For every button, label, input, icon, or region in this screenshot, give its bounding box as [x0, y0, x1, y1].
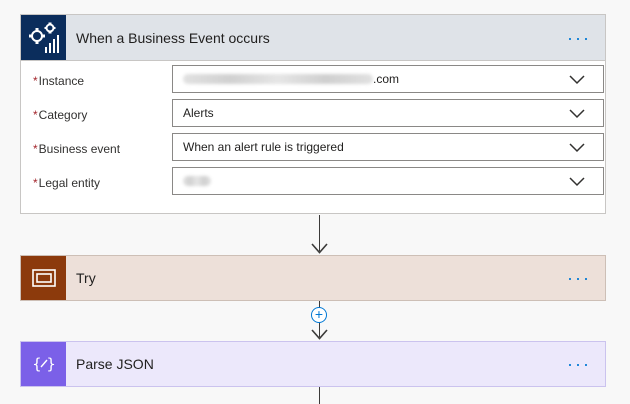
- curly-braces-icon: { }: [21, 342, 66, 386]
- field-business-event: *Business event When an alert rule is tr…: [21, 133, 605, 167]
- business-event-select[interactable]: When an alert rule is triggered: [172, 133, 604, 161]
- try-title: Try: [76, 270, 96, 286]
- arrow-down-icon: [311, 243, 328, 254]
- parse-json-more-button[interactable]: ···: [567, 355, 591, 373]
- category-select[interactable]: Alerts: [172, 99, 604, 127]
- parse-json-title: Parse JSON: [76, 356, 154, 372]
- redacted-text: [183, 176, 211, 186]
- trigger-more-button[interactable]: ···: [567, 29, 591, 47]
- gears-chart-icon: [21, 15, 66, 60]
- trigger-card[interactable]: When a Business Event occurs ··· *Instan…: [20, 14, 606, 214]
- parse-json-header[interactable]: { } Parse JSON ···: [21, 342, 605, 386]
- chevron-down-icon[interactable]: [569, 141, 585, 153]
- chevron-down-icon[interactable]: [569, 107, 585, 119]
- field-label-legal-entity: *Legal entity: [33, 176, 101, 190]
- business-event-value: When an alert rule is triggered: [183, 140, 344, 154]
- field-label-business-event: *Business event: [33, 142, 121, 156]
- chevron-down-icon[interactable]: [569, 175, 585, 187]
- field-category: *Category Alerts: [21, 99, 605, 133]
- instance-value: .com: [373, 72, 400, 86]
- connector-line: [319, 387, 320, 404]
- trigger-fields: *Instance .com *Category Alerts *Busines…: [21, 61, 605, 201]
- instance-select[interactable]: .com: [172, 65, 604, 93]
- field-label-category: *Category: [33, 108, 88, 122]
- chevron-down-icon[interactable]: [569, 73, 585, 85]
- field-legal-entity: *Legal entity: [21, 167, 605, 201]
- trigger-title: When a Business Event occurs: [76, 29, 270, 46]
- redacted-text: [183, 74, 373, 84]
- parse-json-card[interactable]: { } Parse JSON ···: [20, 341, 606, 387]
- field-label-instance: *Instance: [33, 74, 85, 88]
- field-instance: *Instance .com: [21, 65, 605, 99]
- try-header[interactable]: Try ···: [21, 256, 605, 300]
- add-step-button[interactable]: +: [311, 307, 327, 323]
- arrow-down-icon: [311, 329, 328, 340]
- legal-entity-select[interactable]: [172, 167, 604, 195]
- scope-icon: [21, 256, 66, 300]
- category-value: Alerts: [183, 106, 214, 120]
- trigger-header[interactable]: When a Business Event occurs ···: [21, 15, 605, 61]
- try-card[interactable]: Try ···: [20, 255, 606, 301]
- try-more-button[interactable]: ···: [567, 269, 591, 287]
